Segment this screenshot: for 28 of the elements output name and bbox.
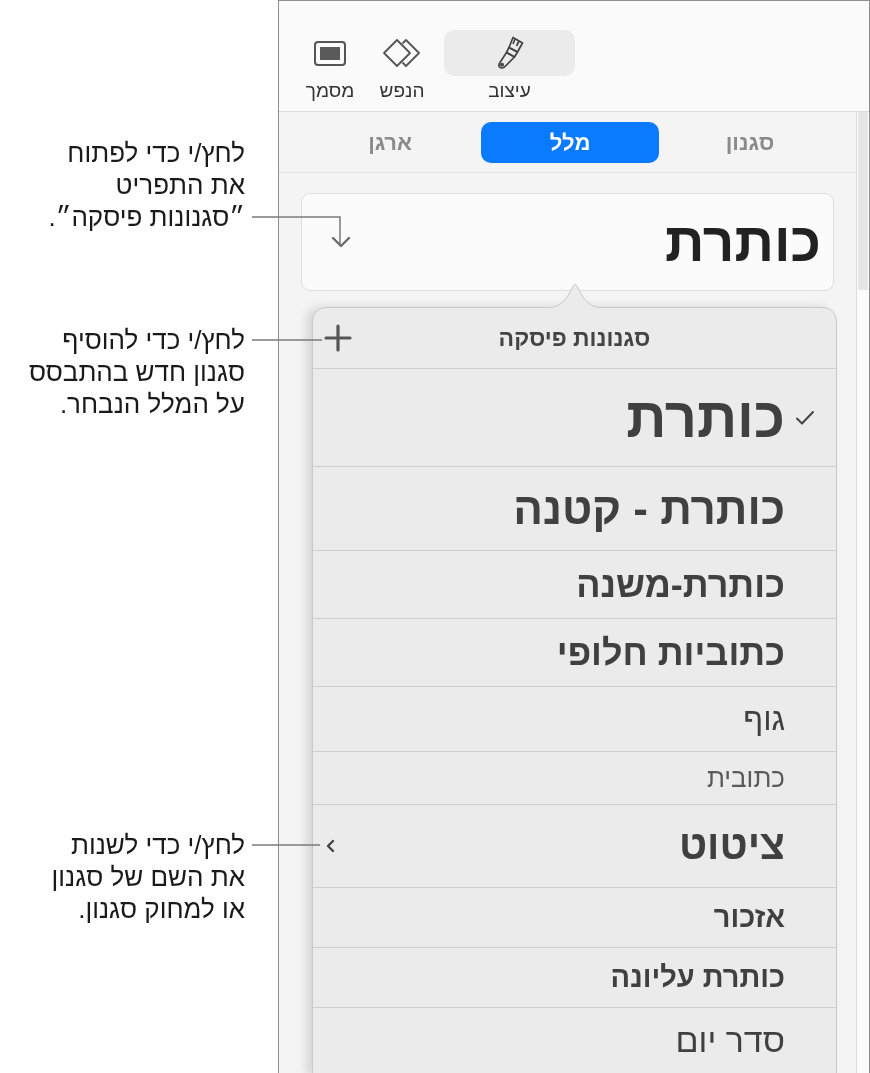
leader-line bbox=[252, 844, 320, 846]
checkmark-icon bbox=[795, 409, 815, 426]
plus-icon[interactable] bbox=[324, 324, 352, 352]
callout-text: לחץ/י כדי לפתוח את התפריט ״סגנונות פיסקה״. bbox=[47, 137, 246, 233]
chevron-left-icon[interactable] bbox=[325, 839, 335, 853]
chevron-down-icon bbox=[331, 236, 351, 248]
leader-line bbox=[252, 339, 322, 341]
scrollbar-thumb[interactable] bbox=[858, 112, 868, 290]
style-list-item[interactable]: כותרת-משנה bbox=[313, 551, 836, 619]
screen-rectangle-icon bbox=[314, 40, 346, 66]
style-list-item[interactable]: גוף bbox=[313, 687, 836, 752]
style-list-item[interactable]: כתובית bbox=[313, 752, 836, 805]
callout-text: לחץ/י כדי להוסיף סגנון חדש בהתבסס על המלל הנבחר. bbox=[28, 324, 246, 420]
paintbrush-icon bbox=[495, 36, 524, 70]
toolbar-button[interactable]: הנפש bbox=[374, 30, 430, 102]
toolbar-button[interactable]: מסמך bbox=[300, 30, 360, 102]
style-list-item[interactable]: כותרת bbox=[313, 369, 836, 467]
style-list-item[interactable]: כותרת - קטנה bbox=[313, 467, 836, 551]
style-list-item[interactable]: כתוביות חלופי bbox=[313, 619, 836, 687]
style-list-item[interactable]: כותרת עליונה bbox=[313, 948, 836, 1008]
two-diamonds-icon bbox=[382, 38, 422, 68]
segment-tab[interactable]: מלל bbox=[481, 121, 659, 163]
style-list-item[interactable]: אזכור bbox=[313, 888, 836, 948]
popover-title: סגנונות פיסקה bbox=[498, 323, 651, 353]
style-list-item[interactable]: ציטוט bbox=[313, 805, 836, 888]
callout-text: לחץ/י כדי לשנות את השם של סגנון או למחוק סגנון. bbox=[50, 829, 246, 925]
style-list-item[interactable]: סדר יום bbox=[313, 1008, 836, 1073]
paragraph-style-button[interactable]: כותרת bbox=[301, 193, 834, 291]
